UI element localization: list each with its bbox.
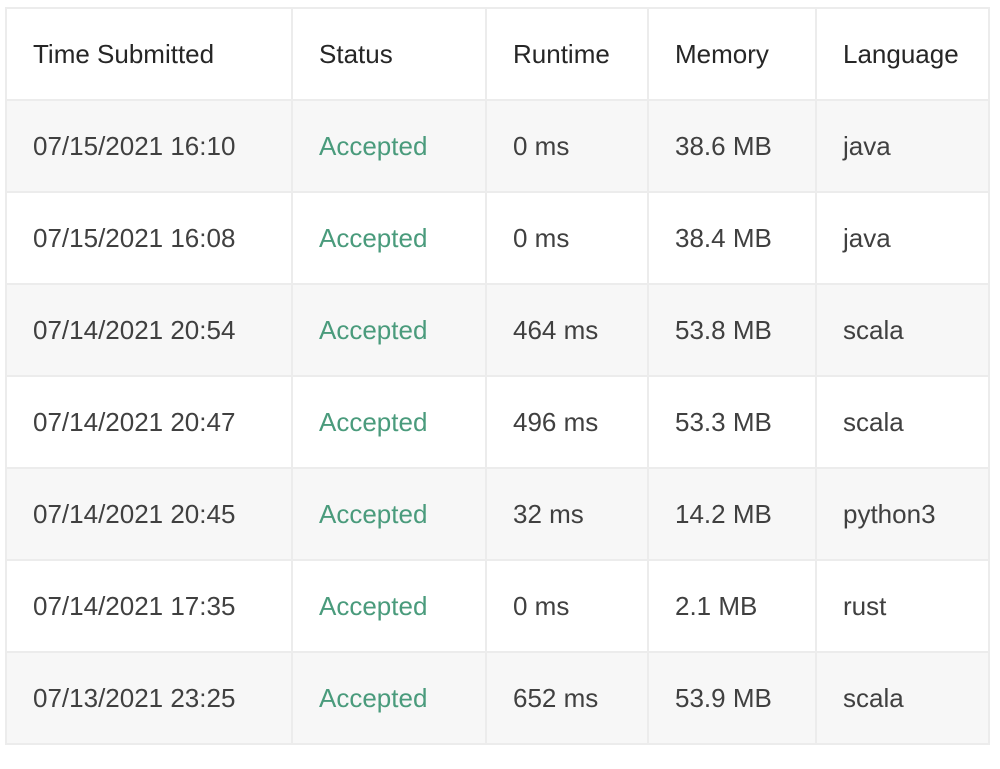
table-row: 07/14/2021 17:35 Accepted 0 ms 2.1 MB ru… [5, 559, 990, 653]
cell-language: java [815, 99, 990, 193]
table-row: 07/14/2021 20:47 Accepted 496 ms 53.3 MB… [5, 375, 990, 469]
cell-language: rust [815, 559, 990, 653]
cell-status[interactable]: Accepted [291, 191, 487, 285]
cell-runtime: 0 ms [485, 559, 649, 653]
status-link[interactable]: Accepted [319, 683, 427, 713]
column-header-runtime: Runtime [485, 7, 649, 101]
table-row: 07/14/2021 20:45 Accepted 32 ms 14.2 MB … [5, 467, 990, 561]
status-link[interactable]: Accepted [319, 315, 427, 345]
cell-memory: 53.9 MB [647, 651, 817, 745]
cell-runtime: 464 ms [485, 283, 649, 377]
cell-memory: 2.1 MB [647, 559, 817, 653]
status-link[interactable]: Accepted [319, 499, 427, 529]
cell-runtime: 652 ms [485, 651, 649, 745]
cell-language: python3 [815, 467, 990, 561]
cell-runtime: 0 ms [485, 191, 649, 285]
cell-runtime: 0 ms [485, 99, 649, 193]
column-header-language: Language [815, 7, 990, 101]
cell-memory: 53.8 MB [647, 283, 817, 377]
cell-language: scala [815, 375, 990, 469]
cell-language: scala [815, 283, 990, 377]
cell-time-submitted: 07/15/2021 16:08 [5, 191, 293, 285]
table-row: 07/13/2021 23:25 Accepted 652 ms 53.9 MB… [5, 651, 990, 745]
cell-memory: 53.3 MB [647, 375, 817, 469]
cell-time-submitted: 07/14/2021 17:35 [5, 559, 293, 653]
column-header-time-submitted: Time Submitted [5, 7, 293, 101]
status-link[interactable]: Accepted [319, 223, 427, 253]
cell-language: java [815, 191, 990, 285]
cell-status[interactable]: Accepted [291, 467, 487, 561]
submissions-table: Time Submitted Status Runtime Memory Lan… [5, 7, 990, 745]
column-header-memory: Memory [647, 7, 817, 101]
cell-time-submitted: 07/15/2021 16:10 [5, 99, 293, 193]
cell-time-submitted: 07/14/2021 20:45 [5, 467, 293, 561]
cell-status[interactable]: Accepted [291, 651, 487, 745]
status-link[interactable]: Accepted [319, 131, 427, 161]
status-link[interactable]: Accepted [319, 407, 427, 437]
cell-time-submitted: 07/14/2021 20:47 [5, 375, 293, 469]
table-row: 07/15/2021 16:08 Accepted 0 ms 38.4 MB j… [5, 191, 990, 285]
cell-time-submitted: 07/14/2021 20:54 [5, 283, 293, 377]
cell-status[interactable]: Accepted [291, 283, 487, 377]
cell-language: scala [815, 651, 990, 745]
submissions-table-container: Time Submitted Status Runtime Memory Lan… [5, 7, 990, 745]
cell-time-submitted: 07/13/2021 23:25 [5, 651, 293, 745]
cell-status[interactable]: Accepted [291, 559, 487, 653]
table-body: 07/15/2021 16:10 Accepted 0 ms 38.6 MB j… [5, 99, 990, 745]
status-link[interactable]: Accepted [319, 591, 427, 621]
cell-status[interactable]: Accepted [291, 375, 487, 469]
cell-runtime: 32 ms [485, 467, 649, 561]
cell-runtime: 496 ms [485, 375, 649, 469]
table-row: 07/15/2021 16:10 Accepted 0 ms 38.6 MB j… [5, 99, 990, 193]
cell-memory: 14.2 MB [647, 467, 817, 561]
column-header-status: Status [291, 7, 487, 101]
cell-memory: 38.4 MB [647, 191, 817, 285]
header-row: Time Submitted Status Runtime Memory Lan… [5, 7, 990, 101]
cell-status[interactable]: Accepted [291, 99, 487, 193]
table-header: Time Submitted Status Runtime Memory Lan… [5, 7, 990, 101]
table-row: 07/14/2021 20:54 Accepted 464 ms 53.8 MB… [5, 283, 990, 377]
cell-memory: 38.6 MB [647, 99, 817, 193]
